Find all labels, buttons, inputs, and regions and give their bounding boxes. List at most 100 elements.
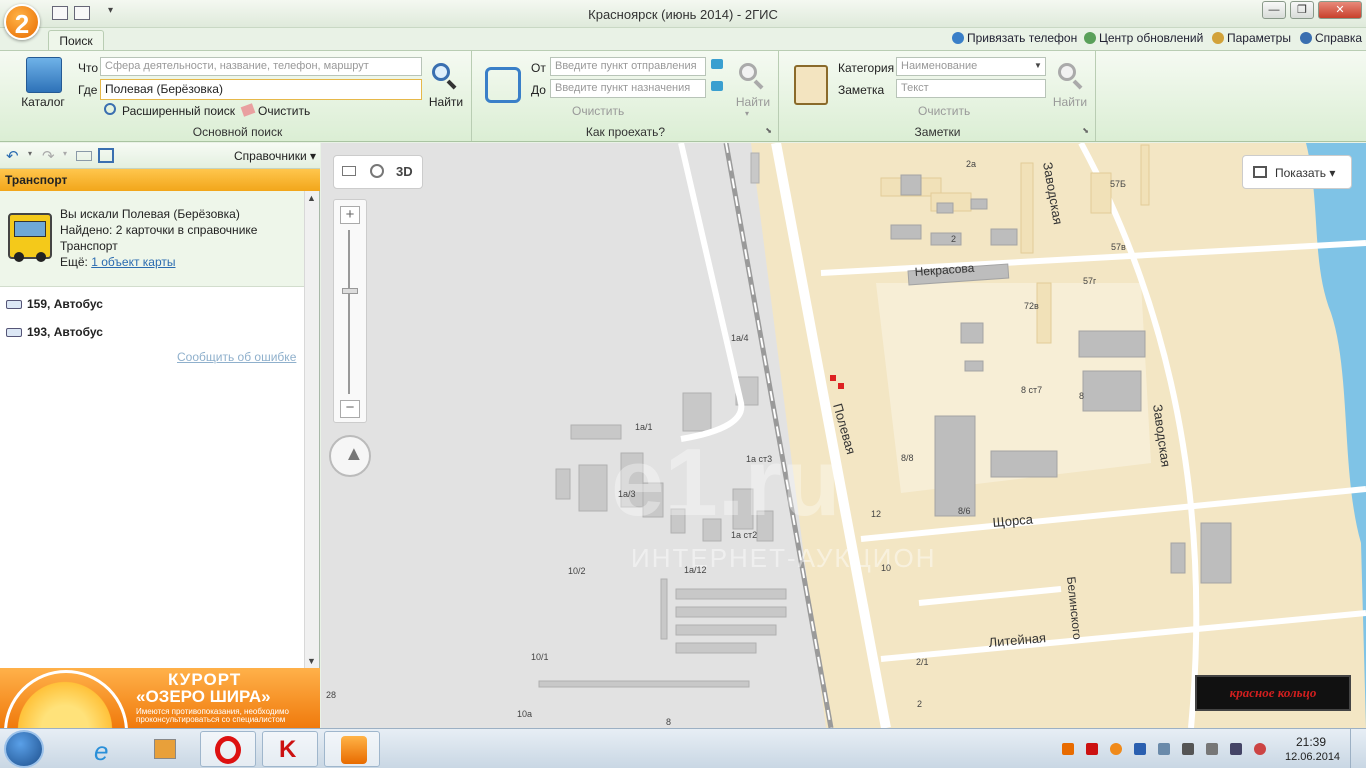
minimize-button[interactable]: — (1262, 1, 1286, 19)
list-view-icon[interactable] (76, 151, 92, 161)
pin-to-icon[interactable] (711, 81, 723, 91)
notes-group: Категория Наименование ▼ Заметка Текст Н… (780, 51, 1096, 141)
eraser-icon (240, 103, 256, 117)
clear-search-button[interactable]: Очистить (258, 104, 310, 118)
ie-task-icon[interactable]: e (80, 731, 136, 767)
to-label: До (531, 83, 546, 97)
search-icon[interactable] (432, 63, 457, 90)
ad-disclaimer: Имеются противопоказания, необходимо про… (136, 707, 289, 724)
where-input[interactable]: Полевая (Берёзовка) (100, 79, 422, 100)
opera-task-icon[interactable] (200, 731, 256, 767)
report-error-link[interactable]: Сообщить об ошибке (177, 350, 296, 364)
bluetooth-icon[interactable] (1134, 743, 1146, 755)
notes-search-icon[interactable] (1058, 63, 1083, 90)
media-player-task-icon[interactable] (138, 731, 194, 767)
bus-route-icon (6, 328, 22, 337)
notes-clear-button[interactable]: Очистить (918, 104, 970, 118)
notes-find-button[interactable]: Найти (1050, 95, 1090, 109)
search-result-summary: Вы искали Полевая (Берёзовка) Найдено: 2… (0, 191, 304, 287)
category-select[interactable]: Наименование (896, 57, 1046, 76)
left-scrollbar[interactable]: ▲ ▼ (304, 191, 319, 668)
pin-from-icon[interactable] (711, 59, 723, 69)
kaspersky-task-icon[interactable]: K (262, 731, 318, 767)
map-view[interactable]: e1.ru ИНТЕРНЕТ-АУКЦИОН Полевая Заводская… (321, 143, 1366, 728)
help-icon (1300, 32, 1312, 44)
tray-network-share-icon[interactable] (1158, 743, 1170, 755)
clock-time[interactable]: 21:39 (1296, 735, 1326, 749)
back-dropdown-icon[interactable]: ▾ (28, 149, 32, 158)
radius-icon[interactable] (370, 164, 384, 178)
map-label: 2/1 (916, 657, 929, 667)
help-link[interactable]: Справка (1300, 31, 1362, 45)
main-search-group: Каталог Что Сфера деятельности, название… (4, 51, 472, 141)
bus-stop-marker[interactable] (838, 383, 844, 389)
route-find-dropdown-icon[interactable]: ▾ (745, 109, 749, 118)
route-search-icon[interactable] (739, 63, 764, 90)
route-find-button[interactable]: Найти (732, 95, 774, 109)
show-layers-button[interactable]: Показать ▾ (1242, 155, 1352, 189)
tab-search[interactable]: Поиск (48, 30, 104, 51)
close-button[interactable]: ✕ (1318, 1, 1362, 19)
bus-stop-marker[interactable] (830, 375, 836, 381)
signal-icon[interactable] (1230, 743, 1242, 755)
zoom-in-button[interactable]: + (340, 206, 360, 224)
start-button[interactable] (4, 730, 44, 768)
zoom-out-button[interactable]: − (340, 400, 360, 418)
zoom-control: + − (333, 199, 367, 423)
section-header: Транспорт (0, 169, 320, 191)
3d-button[interactable]: 3D (396, 164, 413, 179)
map-label: 57г (1083, 276, 1097, 286)
compass-icon[interactable]: ▲ (329, 435, 371, 477)
tray-app-icon[interactable] (1062, 743, 1074, 755)
maximize-button[interactable]: ❐ (1290, 1, 1314, 19)
back-icon[interactable]: ↶ (6, 147, 19, 165)
bus-icon (8, 213, 52, 262)
tray-device-icon[interactable] (1206, 743, 1218, 755)
forward-icon[interactable]: ↷ (42, 147, 55, 165)
directories-dropdown[interactable]: Справочники ▾ (234, 149, 316, 163)
catalog-button[interactable]: Каталог (18, 95, 68, 109)
map-label: 28 (326, 690, 336, 700)
zoom-slider-handle[interactable] (342, 288, 358, 294)
notes-group-label: Заметки (914, 125, 961, 139)
map-canvas[interactable]: e1.ru ИНТЕРНЕТ-АУКЦИОН Полевая Заводская… (321, 143, 1366, 728)
refresh-icon (1084, 32, 1096, 44)
result-count-text: Найдено: 2 карточки в справочнике (60, 223, 258, 237)
settings-link[interactable]: Параметры (1212, 31, 1291, 45)
scroll-down-icon[interactable]: ▼ (307, 656, 316, 666)
find-button[interactable]: Найти (426, 95, 466, 109)
ruler-icon[interactable] (342, 166, 356, 176)
ad-logo-krasnoe-koltso[interactable]: красное кольцо (1195, 675, 1351, 711)
list-item-route-193[interactable]: 193, Автобус (6, 325, 103, 339)
map-label: 12 (871, 509, 881, 519)
zoom-slider-track[interactable] (348, 230, 350, 394)
left-panel: ↶ ▾ ↷ ▾ Справочники ▾ Транспорт Вы искал… (0, 143, 320, 728)
volume-muted-icon[interactable] (1254, 743, 1266, 755)
show-desktop-button[interactable] (1350, 729, 1366, 768)
category-dropdown-icon[interactable]: ▼ (1034, 61, 1042, 70)
title-bar: 2 ▾ Красноярск (июнь 2014) - 2ГИС — ❐ ✕ (0, 0, 1366, 40)
notes-expand-icon[interactable]: ⬊ (1082, 126, 1089, 135)
forward-dropdown-icon[interactable]: ▾ (63, 149, 67, 158)
route-clear-button[interactable]: Очистить (572, 104, 624, 118)
bind-phone-link[interactable]: Привязать телефон (952, 31, 1077, 45)
from-input[interactable]: Введите пункт отправления (550, 57, 706, 76)
scroll-up-icon[interactable]: ▲ (307, 193, 316, 203)
tray-kaspersky-icon[interactable] (1086, 743, 1098, 755)
2gis-task-icon[interactable] (324, 731, 380, 767)
to-input[interactable]: Введите пункт назначения (550, 79, 706, 98)
list-item-route-159[interactable]: 159, Автобус (6, 297, 103, 311)
what-input[interactable]: Сфера деятельности, название, телефон, м… (100, 57, 422, 76)
card-view-icon[interactable] (98, 148, 114, 163)
advanced-search-button[interactable]: Расширенный поиск (122, 104, 235, 118)
note-input[interactable]: Текст (896, 79, 1046, 98)
tray-2gis-icon[interactable] (1110, 743, 1122, 755)
action-center-flag-icon[interactable] (1182, 743, 1194, 755)
map-object-link[interactable]: 1 объект карты (91, 255, 175, 269)
route-expand-icon[interactable]: ⬊ (765, 126, 772, 135)
update-center-link[interactable]: Центр обновлений (1084, 31, 1203, 45)
catalog-icon[interactable] (26, 57, 62, 93)
clock-date[interactable]: 12.06.2014 (1285, 751, 1340, 763)
app-logo-icon[interactable]: 2 (4, 4, 40, 40)
ad-banner-resort[interactable]: КУРОРТ «ОЗЕРО ШИРА» Имеются противопоказ… (0, 668, 320, 728)
